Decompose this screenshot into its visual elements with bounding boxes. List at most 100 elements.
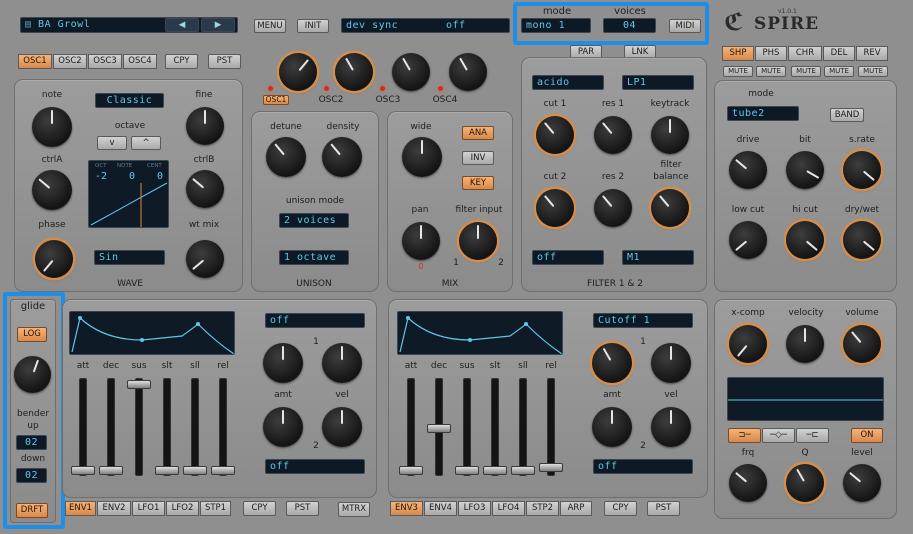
ctrlA-knob[interactable] bbox=[32, 170, 72, 210]
osc2-toggle[interactable]: OSC2 bbox=[317, 95, 345, 105]
env1-vel2-knob[interactable] bbox=[322, 407, 362, 447]
env3-rel-slider-track[interactable] bbox=[547, 378, 555, 476]
band-button[interactable]: BAND bbox=[830, 108, 864, 122]
osc-mode-select[interactable]: Classic bbox=[95, 93, 164, 108]
env3-dec-slider-handle[interactable] bbox=[427, 424, 451, 433]
tab-osc4[interactable]: OSC4 bbox=[123, 54, 157, 69]
osc2-level-knob[interactable] bbox=[335, 53, 373, 91]
drywet-knob[interactable] bbox=[843, 221, 881, 259]
env3-att-slider-handle[interactable] bbox=[399, 466, 423, 475]
filter1-mode-select[interactable]: off bbox=[532, 250, 604, 265]
fine-knob[interactable] bbox=[186, 107, 224, 145]
frq-knob[interactable] bbox=[729, 464, 767, 502]
ana-button[interactable]: ANA bbox=[462, 126, 494, 140]
tab-stp2[interactable]: STP2 bbox=[526, 501, 559, 516]
tab-env1[interactable]: ENV1 bbox=[65, 501, 96, 516]
osc3-level-knob[interactable] bbox=[392, 53, 430, 91]
env1-rel-slider-track[interactable] bbox=[219, 378, 227, 476]
octave-down-button[interactable]: v bbox=[97, 136, 127, 150]
xcomp-knob[interactable] bbox=[729, 325, 767, 363]
tab-lfo4[interactable]: LFO4 bbox=[492, 501, 525, 516]
tab-del[interactable]: DEL bbox=[823, 46, 855, 61]
env3-att-slider-track[interactable] bbox=[407, 378, 415, 476]
env3-slt-slider-handle[interactable] bbox=[483, 466, 507, 475]
ctrlB-knob[interactable] bbox=[186, 170, 224, 208]
tab-env3[interactable]: ENV3 bbox=[390, 501, 423, 516]
volume-knob[interactable] bbox=[843, 325, 881, 363]
tab-stp1[interactable]: STP1 bbox=[200, 501, 231, 516]
res1-knob[interactable] bbox=[594, 116, 632, 154]
env1-sus-slider-track[interactable] bbox=[135, 378, 143, 476]
octave-up-button[interactable]: ^ bbox=[131, 136, 161, 150]
env1-att-slider-track[interactable] bbox=[79, 378, 87, 476]
env1-att-slider-handle[interactable] bbox=[71, 466, 95, 475]
tab-lfo1[interactable]: LFO1 bbox=[132, 501, 165, 516]
tab-phs[interactable]: PHS bbox=[755, 46, 787, 61]
res2-knob[interactable] bbox=[594, 189, 632, 227]
osc-paste-button[interactable]: PST bbox=[208, 54, 241, 69]
env1-slt-slider-handle[interactable] bbox=[155, 466, 179, 475]
tab-chr[interactable]: CHR bbox=[788, 46, 822, 61]
env3-amt2-knob[interactable] bbox=[592, 407, 632, 447]
menu-button[interactable]: MENU bbox=[254, 19, 286, 33]
env1-rel-slider-handle[interactable] bbox=[211, 466, 235, 475]
note-knob[interactable] bbox=[32, 107, 72, 147]
tab-lfo2[interactable]: LFO2 bbox=[166, 501, 199, 516]
tab-osc3[interactable]: OSC3 bbox=[88, 54, 122, 69]
key-button[interactable]: KEY bbox=[462, 176, 494, 190]
env3-sus-slider-handle[interactable] bbox=[455, 466, 479, 475]
mute-shp-button[interactable]: MUTE bbox=[723, 66, 753, 77]
env-paste-button[interactable]: PST bbox=[286, 501, 319, 516]
osc4-level-knob[interactable] bbox=[449, 53, 487, 91]
mute-phs-button[interactable]: MUTE bbox=[756, 66, 786, 77]
env3-sus-slider-track[interactable] bbox=[463, 378, 471, 476]
filter-balance-knob[interactable] bbox=[651, 189, 689, 227]
env-copy-button[interactable]: CPY bbox=[243, 501, 276, 516]
tab-env4[interactable]: ENV4 bbox=[424, 501, 457, 516]
unison-range-select[interactable]: 1 octave bbox=[279, 250, 349, 265]
mute-chr-button[interactable]: MUTE bbox=[791, 66, 821, 77]
osc4-toggle[interactable]: OSC4 bbox=[431, 95, 459, 105]
env1-dest1-select[interactable]: off bbox=[265, 313, 365, 328]
tab-osc1[interactable]: OSC1 bbox=[18, 54, 52, 69]
env3-vel1-knob[interactable] bbox=[651, 343, 691, 383]
density-knob[interactable] bbox=[322, 137, 362, 177]
env3-vel2-knob[interactable] bbox=[651, 407, 691, 447]
env1-amt2-knob[interactable] bbox=[263, 407, 303, 447]
osc1-toggle[interactable]: OSC1 bbox=[263, 95, 289, 105]
init-button[interactable]: INIT bbox=[297, 19, 329, 33]
shaper-mode-select[interactable]: tube2 bbox=[727, 106, 799, 121]
env1-sll-slider-handle[interactable] bbox=[183, 466, 207, 475]
env1-sll-slider-track[interactable] bbox=[191, 378, 199, 476]
mute-rev-button[interactable]: MUTE bbox=[858, 66, 888, 77]
srate-knob[interactable] bbox=[843, 151, 881, 189]
detune-knob[interactable] bbox=[266, 137, 306, 177]
env1-dest2-select[interactable]: off bbox=[265, 459, 365, 474]
inv-button[interactable]: INV bbox=[462, 151, 494, 165]
wide-knob[interactable] bbox=[402, 137, 442, 177]
eq-on-button[interactable]: ON bbox=[851, 428, 883, 443]
keytrack-knob[interactable] bbox=[651, 116, 689, 154]
env1-sus-slider-handle[interactable] bbox=[127, 380, 151, 389]
lowcut-knob[interactable] bbox=[729, 221, 767, 259]
env3-amt1-knob[interactable] bbox=[592, 343, 632, 383]
bit-knob[interactable] bbox=[786, 151, 824, 189]
env3-slt-slider-track[interactable] bbox=[491, 378, 499, 476]
env3-dest2-select[interactable]: off bbox=[593, 459, 693, 474]
unison-mode-select[interactable]: 2 voices bbox=[279, 213, 349, 228]
env1-vel1-knob[interactable] bbox=[322, 343, 362, 383]
matrix-button[interactable]: MTRX bbox=[338, 502, 370, 517]
q-knob[interactable] bbox=[786, 464, 824, 502]
osc-copy-button[interactable]: CPY bbox=[165, 54, 198, 69]
osc1-level-knob[interactable] bbox=[279, 53, 317, 91]
cut2-knob[interactable] bbox=[536, 189, 574, 227]
wave-select[interactable]: Sin bbox=[94, 250, 165, 265]
env1-dec-slider-handle[interactable] bbox=[99, 466, 123, 475]
eq-highshelf-button[interactable]: ─⊏ bbox=[796, 428, 829, 443]
env1-slt-slider-track[interactable] bbox=[163, 378, 171, 476]
tab-env2[interactable]: ENV2 bbox=[97, 501, 131, 516]
pan-knob[interactable] bbox=[402, 222, 440, 260]
hicut-knob[interactable] bbox=[786, 221, 824, 259]
eq-peak-button[interactable]: ─◇─ bbox=[762, 428, 795, 443]
filter-input-knob[interactable] bbox=[459, 222, 497, 260]
